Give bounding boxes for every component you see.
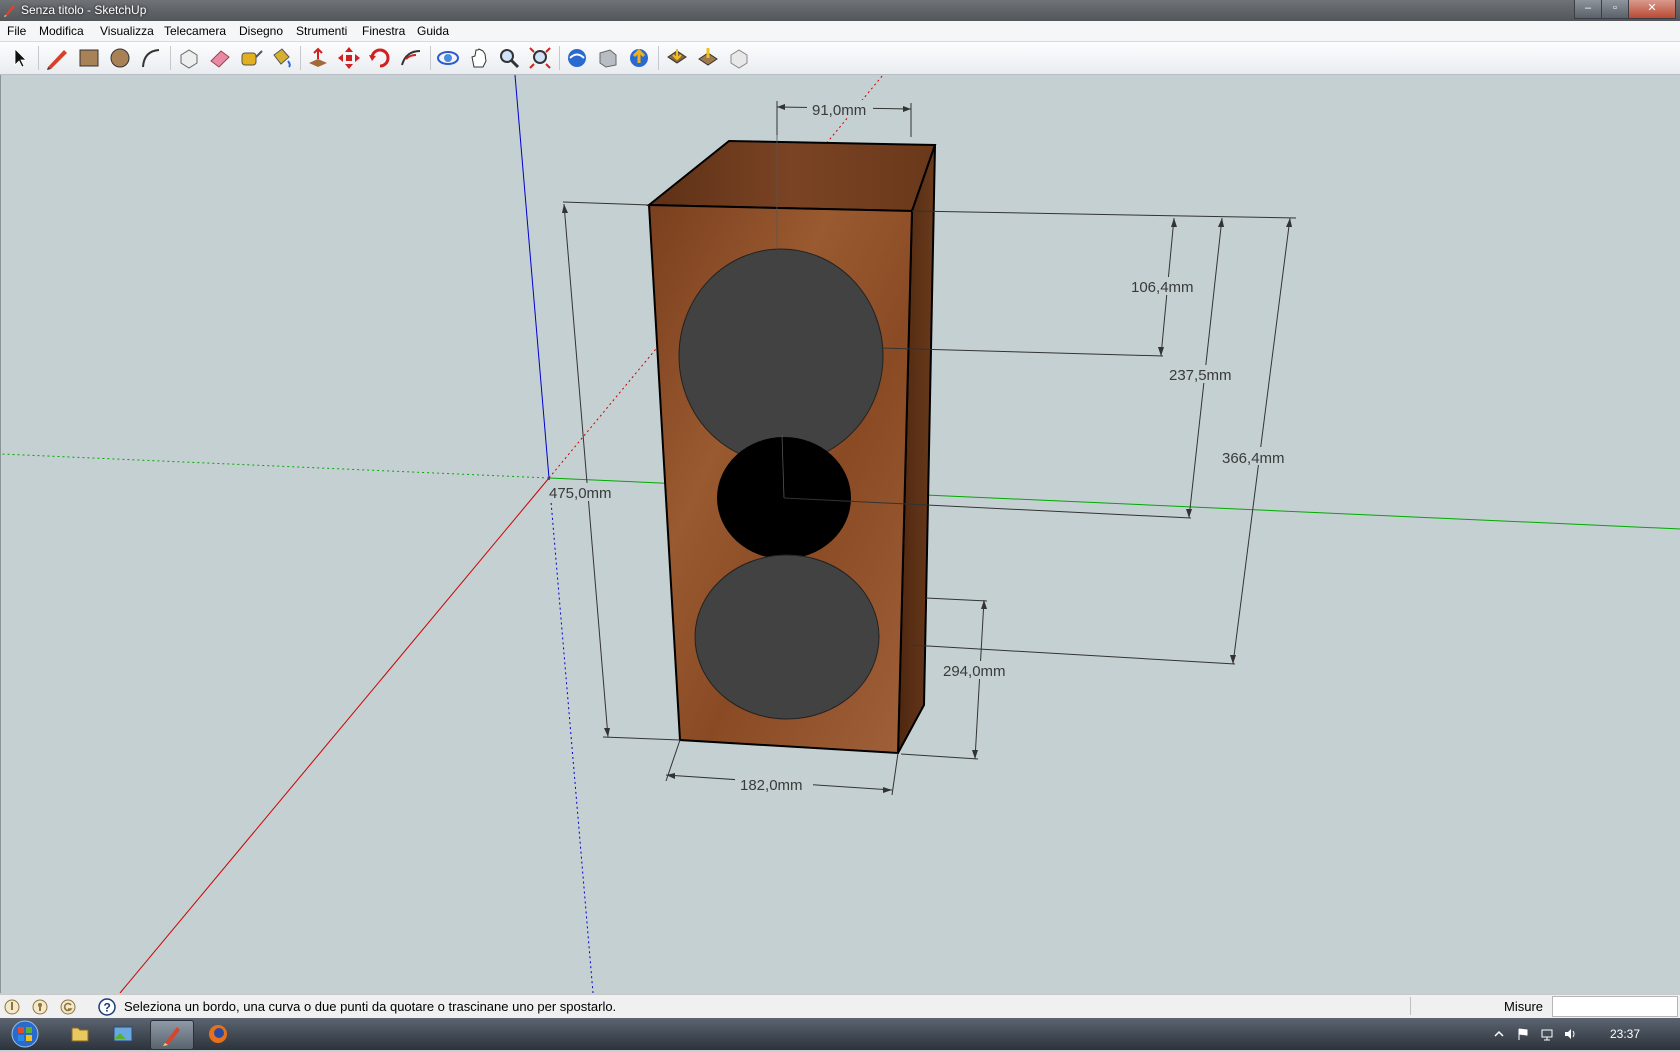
maximize-button[interactable]: ▫ xyxy=(1601,0,1629,19)
menu-modifica[interactable]: Modifica xyxy=(39,24,84,38)
push-pull-icon[interactable] xyxy=(305,45,331,71)
make-component-icon[interactable] xyxy=(176,45,202,71)
dimension-top-width: 91,0mm xyxy=(812,102,866,119)
measurements-label: Misure xyxy=(1504,999,1544,1014)
svg-text:?: ? xyxy=(104,1001,111,1015)
pencil-tool-icon[interactable] xyxy=(44,45,70,71)
volume-icon[interactable] xyxy=(1563,1027,1577,1041)
lower-woofer-cutout xyxy=(694,554,880,720)
cabinet-top-face xyxy=(646,139,937,213)
component-warehouse-icon[interactable] xyxy=(626,45,652,71)
status-message: Seleziona un bordo, una curva o due punt… xyxy=(124,999,617,1014)
minimize-button[interactable]: – xyxy=(1574,0,1602,19)
credits-icon[interactable] xyxy=(32,999,48,1015)
sketchup-icon xyxy=(163,1027,180,1046)
follow-me-icon[interactable] xyxy=(398,45,424,71)
folder-icon xyxy=(71,1027,89,1042)
menu-visualizza[interactable]: Visualizza xyxy=(100,24,154,38)
windows-start-icon[interactable] xyxy=(8,1019,42,1049)
dimension-bottom-offset: 294,0mm xyxy=(943,663,1006,680)
move-tool-icon[interactable] xyxy=(336,45,362,71)
close-button[interactable]: ✕ xyxy=(1628,0,1676,19)
main-toolbar xyxy=(0,42,1680,75)
taskbar-explorer-button[interactable] xyxy=(59,1020,101,1048)
menu-finestra[interactable]: Finestra xyxy=(362,24,405,38)
taskbar-gallery-button[interactable] xyxy=(102,1020,144,1048)
eraser-tool-icon[interactable] xyxy=(207,45,233,71)
zoom-extents-icon[interactable] xyxy=(527,45,553,71)
rectangle-tool-icon[interactable] xyxy=(76,45,102,71)
dimension-lower-offset: 366,4mm xyxy=(1222,450,1285,467)
status-bar: ? Seleziona un bordo, una curva o due pu… xyxy=(0,994,1680,1018)
green-axis-dotted xyxy=(1,453,550,479)
get-models-icon[interactable] xyxy=(564,45,590,71)
measurements-input[interactable] xyxy=(1552,996,1678,1017)
add-location-icon[interactable] xyxy=(664,45,690,71)
menu-bar: File Modifica Visualizza Telecamera Dise… xyxy=(0,21,1680,42)
rotate-tool-icon[interactable] xyxy=(367,45,393,71)
circle-tool-icon[interactable] xyxy=(107,45,133,71)
menu-file[interactable]: File xyxy=(7,24,26,38)
action-center-flag-icon[interactable] xyxy=(1516,1027,1530,1041)
upper-woofer-cutout xyxy=(678,248,884,464)
photo-textures-icon[interactable] xyxy=(726,45,752,71)
photo-gallery-icon xyxy=(113,1026,133,1042)
blue-axis-dotted xyxy=(548,477,594,993)
taskbar-firefox-button[interactable] xyxy=(197,1020,239,1048)
help-icon[interactable]: ? xyxy=(98,998,116,1016)
tape-measure-icon[interactable] xyxy=(238,45,264,71)
share-model-icon[interactable] xyxy=(595,45,621,71)
zoom-tool-icon[interactable] xyxy=(496,45,522,71)
orbit-tool-icon[interactable] xyxy=(435,45,461,71)
sketchup-app-icon xyxy=(4,5,15,17)
dimension-upper-offset: 106,4mm xyxy=(1131,279,1194,296)
dimension-middle-offset: 237,5mm xyxy=(1169,367,1232,384)
menu-telecamera[interactable]: Telecamera xyxy=(164,24,226,38)
paint-bucket-icon[interactable] xyxy=(268,45,294,71)
model-canvas: 91,0mm 106,4mm 237,5mm 366,4mm 475,0mm 2… xyxy=(1,75,1680,993)
menu-guida[interactable]: Guida xyxy=(417,24,449,38)
google-sign-in-icon[interactable] xyxy=(60,999,76,1015)
show-hidden-icons-icon[interactable] xyxy=(1492,1027,1506,1041)
dimension-height: 475,0mm xyxy=(549,485,612,502)
taskbar-clock[interactable]: 23:37 xyxy=(1610,1027,1640,1041)
toggle-terrain-icon[interactable] xyxy=(695,45,721,71)
menu-disegno[interactable]: Disegno xyxy=(239,24,283,38)
red-axis-line xyxy=(119,477,550,993)
drawing-viewport[interactable]: 91,0mm 106,4mm 237,5mm 366,4mm 475,0mm 2… xyxy=(0,75,1680,993)
windows-taskbar: 23:37 xyxy=(0,1018,1680,1050)
taskbar-sketchup-button[interactable] xyxy=(150,1020,194,1050)
blue-axis-line xyxy=(514,75,550,479)
window-title: Senza titolo - SketchUp xyxy=(21,3,147,17)
status-divider xyxy=(1410,997,1411,1015)
dimension-bottom-width: 182,0mm xyxy=(740,777,803,794)
firefox-icon xyxy=(209,1025,227,1043)
menu-strumenti[interactable]: Strumenti xyxy=(296,24,347,38)
select-tool-icon[interactable] xyxy=(7,45,33,71)
arc-tool-icon[interactable] xyxy=(138,45,164,71)
network-icon[interactable] xyxy=(1540,1027,1554,1041)
pan-tool-icon[interactable] xyxy=(466,45,492,71)
geo-location-icon[interactable] xyxy=(4,999,20,1015)
title-bar: Senza titolo - SketchUp – ▫ ✕ xyxy=(0,0,1680,21)
